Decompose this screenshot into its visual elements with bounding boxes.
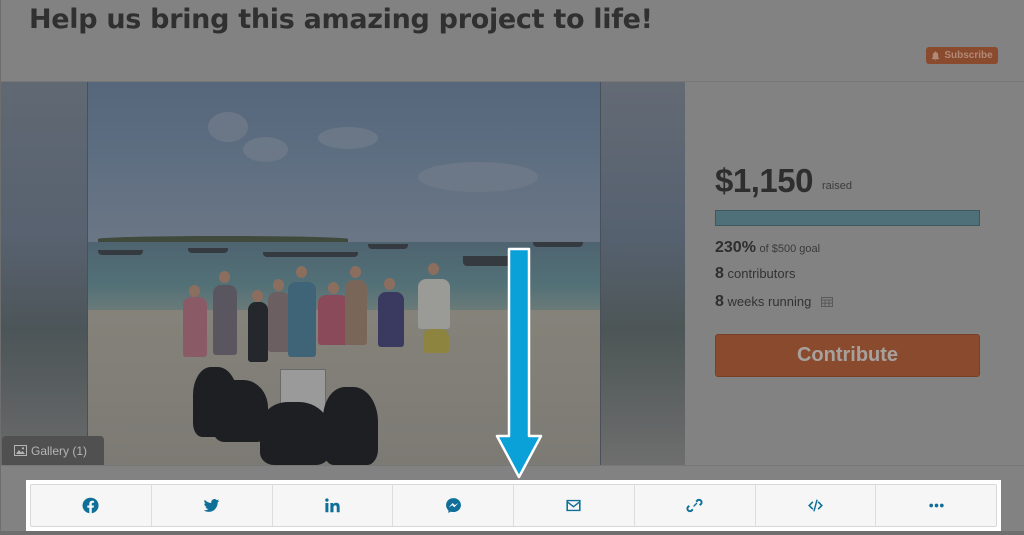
bottom-edge [1,531,1024,535]
share-embed-button[interactable] [756,485,877,526]
person [423,329,449,353]
person [288,282,316,357]
contributors-stat: 8 contributors [715,265,795,283]
person-head [328,282,339,294]
weeks-label: weeks running [727,294,812,309]
trash-bag [323,387,378,465]
share-facebook-button[interactable] [31,485,152,526]
amount-raised: $1,150 [715,162,813,199]
page-title: Help us bring this amazing project to li… [29,4,653,35]
facebook-icon [82,497,99,514]
cloud [318,127,378,149]
subscribe-label: Subscribe [944,50,993,61]
messenger-icon [445,498,461,513]
bell-icon [932,51,940,60]
share-twitter-button[interactable] [152,485,273,526]
linkedin-icon [325,498,340,513]
boat [188,248,228,253]
code-icon [807,499,823,512]
trash-bag [260,402,330,465]
person [248,302,268,362]
ellipsis-icon [928,503,944,508]
gallery-button[interactable]: Gallery (1) [2,436,104,465]
funding-progress-fill [716,211,979,225]
person-head [252,290,263,302]
contributors-count: 8 [715,265,724,282]
person [345,280,367,345]
person [318,295,348,345]
person-head [428,263,439,275]
contributors-label: contributors [727,266,796,281]
share-more-button[interactable] [876,485,996,526]
person-head [296,266,307,278]
person [213,285,237,355]
share-bar-highlight [26,480,1001,531]
boat [368,244,408,249]
weeks-count: 8 [715,293,724,310]
person [268,292,290,352]
person-head [189,285,200,297]
share-copy-link-button[interactable] [635,485,756,526]
weeks-running-stat: 8 weeks running [715,293,833,311]
link-icon [686,498,703,513]
blurred-backdrop-right [600,82,685,465]
person-head [384,278,395,290]
cloud [418,162,538,192]
funding-progress-bar [715,210,980,226]
calendar-icon [820,297,833,307]
funding-panel: $1,150 raised 230% of $500 goal 8 contri… [685,82,1024,465]
image-icon [14,445,27,456]
boat [98,250,143,255]
goal-text: of $500 goal [759,243,821,255]
media-carousel[interactable] [1,82,685,465]
amount-raised-suffix: raised [822,180,852,192]
subscribe-button[interactable]: Subscribe [926,47,998,64]
percent-funded: 230% [715,239,756,256]
person [418,279,450,329]
percent-funded-stat: 230% of $500 goal [715,239,820,257]
cloud [243,137,288,162]
share-linkedin-button[interactable] [273,485,394,526]
share-email-button[interactable] [514,485,635,526]
blurred-backdrop-left [1,82,87,465]
cloud [208,112,248,142]
person-head [219,271,230,283]
page-overlay: Help us bring this amazing project to li… [0,0,1024,535]
twitter-icon [203,499,220,512]
boat [263,252,358,257]
person-head [273,279,284,291]
person-head [350,266,361,278]
contribute-button[interactable]: Contribute [715,334,980,377]
envelope-icon [566,499,581,512]
gallery-label: Gallery (1) [31,443,88,458]
person [183,297,207,357]
person [378,292,404,347]
annotation-arrow-down-icon [495,247,543,479]
photo-sky [88,82,600,242]
share-messenger-button[interactable] [393,485,514,526]
share-bar [30,484,997,527]
